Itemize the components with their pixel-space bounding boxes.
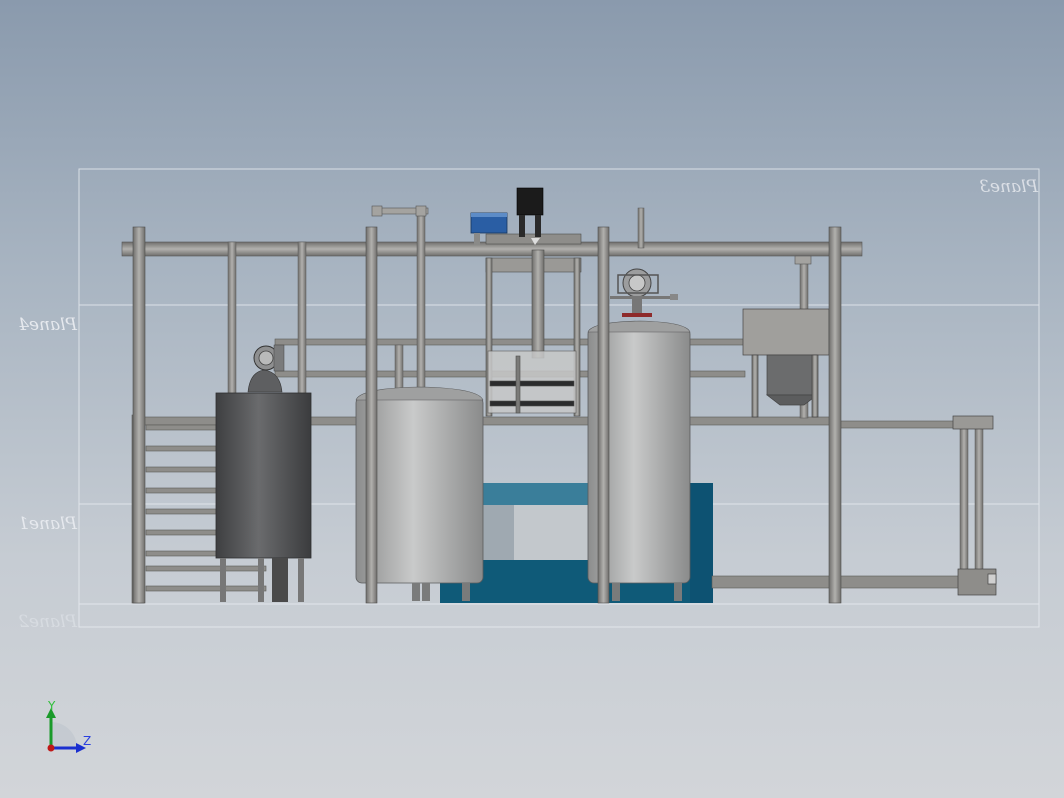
right-support-bracket[interactable] [952, 415, 997, 596]
plane-label-plane1: Plane1 [18, 514, 78, 534]
triad-quadrant-icon [51, 722, 77, 748]
triad-y-label: Y [47, 699, 56, 713]
triad-origin-icon [47, 744, 55, 752]
plane-label-plane2: Plane2 [18, 612, 78, 632]
axis-triad[interactable]: Y Z [46, 699, 91, 753]
agitator-frame[interactable] [485, 233, 582, 417]
triad-z-label: Z [83, 734, 91, 748]
feed-hopper[interactable] [742, 308, 830, 418]
plane-label-plane4: Plane4 [18, 315, 78, 335]
model-viewport[interactable]: Plane3 Plane4 Plane1 Plane2 Y Z [0, 0, 1064, 798]
plane-label-plane3: Plane3 [979, 177, 1039, 197]
